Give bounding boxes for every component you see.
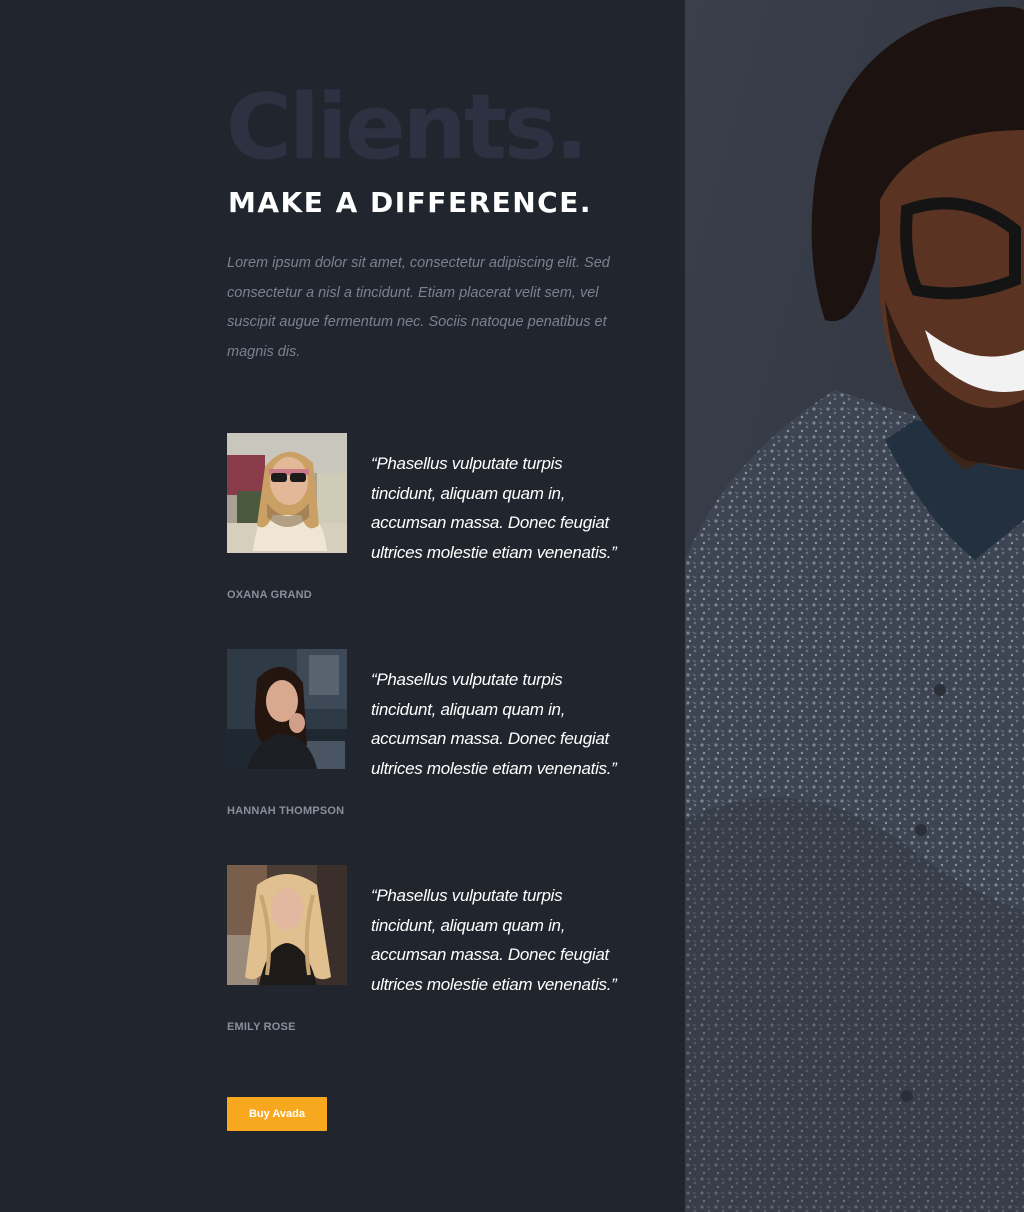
client-photo bbox=[227, 433, 347, 553]
testimonial-item: “Phasellus vulputate turpis tincidunt, a… bbox=[227, 649, 627, 829]
clients-section: Clients. MAKE A DIFFERENCE. Lorem ipsum … bbox=[0, 0, 1024, 1212]
hero-photo bbox=[685, 0, 1024, 1212]
background-word: Clients. bbox=[226, 75, 589, 180]
testimonial-item: “Phasellus vulputate turpis tincidunt, a… bbox=[227, 433, 627, 613]
client-photo bbox=[227, 649, 347, 769]
buy-avada-button[interactable]: Buy Avada bbox=[227, 1097, 327, 1131]
client-photo bbox=[227, 865, 347, 985]
testimonial-item: “Phasellus vulputate turpis tincidunt, a… bbox=[227, 865, 627, 1045]
testimonial-quote: “Phasellus vulputate turpis tincidunt, a… bbox=[371, 886, 617, 994]
testimonial-author: OXANA GRAND bbox=[227, 589, 312, 601]
testimonial-quote: “Phasellus vulputate turpis tincidunt, a… bbox=[371, 670, 617, 778]
testimonial-author: HANNAH THOMPSON bbox=[227, 805, 345, 817]
testimonial-quote: “Phasellus vulputate turpis tincidunt, a… bbox=[371, 454, 617, 562]
section-headline: MAKE A DIFFERENCE. bbox=[228, 186, 592, 219]
intro-paragraph: Lorem ipsum dolor sit amet, consectetur … bbox=[227, 255, 610, 361]
content-panel: Clients. MAKE A DIFFERENCE. Lorem ipsum … bbox=[0, 0, 685, 1212]
testimonial-author: EMILY ROSE bbox=[227, 1021, 296, 1033]
